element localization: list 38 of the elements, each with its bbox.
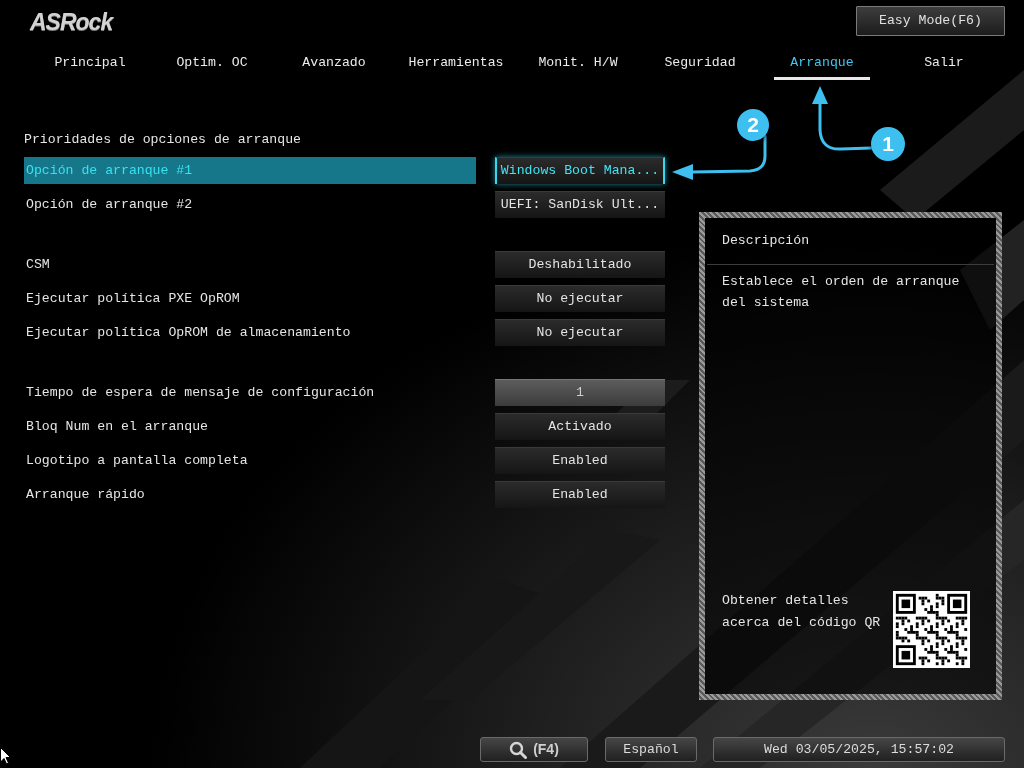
- easy-mode-button[interactable]: Easy Mode(F6): [856, 6, 1005, 36]
- nav-tab[interactable]: Seguridad: [652, 46, 748, 80]
- nav-tab[interactable]: Monit. H/W: [530, 46, 626, 80]
- nav-tab[interactable]: Avanzado: [286, 46, 382, 80]
- setting-label[interactable]: Logotipo a pantalla completa: [24, 447, 476, 474]
- option-dropdown[interactable]: Deshabilitado: [495, 251, 665, 278]
- panel-title: Descripción: [721, 232, 811, 250]
- date-time-button[interactable]: Wed 03/05/2025, 15:57:02: [713, 737, 1005, 762]
- search-button[interactable]: (F4): [480, 737, 588, 762]
- setting-label[interactable]: Ejecutar política OpROM de almacenamiento: [24, 319, 476, 346]
- brand-logo: ASRock: [30, 11, 113, 33]
- setting-label[interactable]: Ejecutar política PXE OpROM: [24, 285, 476, 312]
- nav-tab[interactable]: Arranque: [774, 46, 870, 80]
- option-dropdown[interactable]: No ejecutar: [495, 285, 665, 312]
- option-dropdown[interactable]: Enabled: [495, 447, 665, 474]
- setting-label[interactable]: Bloq Num en el arranque: [24, 413, 476, 440]
- option-dropdown[interactable]: Activado: [495, 413, 665, 440]
- mouse-pointer-icon: [0, 747, 11, 765]
- option-dropdown[interactable]: Enabled: [495, 481, 665, 508]
- option-dropdown[interactable]: UEFI: SanDisk Ult...: [495, 191, 665, 218]
- section-heading: Prioridades de opciones de arranque: [24, 131, 302, 149]
- nav-tab[interactable]: Herramientas: [408, 46, 504, 80]
- qr-caption: Obtener detalles acerca del código QR: [722, 592, 882, 632]
- setting-label[interactable]: Tiempo de espera de mensaje de configuración: [24, 379, 476, 406]
- nav-tab[interactable]: Principal: [42, 46, 138, 80]
- setting-label[interactable]: CSM: [24, 251, 476, 278]
- setting-label[interactable]: Opción de arranque #2: [24, 191, 476, 218]
- option-dropdown[interactable]: Windows Boot Mana...: [495, 157, 665, 184]
- language-button[interactable]: Español: [605, 737, 697, 762]
- nav-tab[interactable]: Optim. OC: [164, 46, 260, 80]
- qr-code-icon: [893, 591, 970, 668]
- setting-label[interactable]: Arranque rápido: [24, 481, 476, 508]
- search-icon: [509, 740, 528, 759]
- option-dropdown[interactable]: No ejecutar: [495, 319, 665, 346]
- nav-tab[interactable]: Salir: [896, 46, 992, 80]
- pointer-arrow: [811, 86, 873, 152]
- description-text: Establece el orden de arranque del sistema: [721, 273, 961, 312]
- value-input-field[interactable]: 1: [495, 379, 665, 406]
